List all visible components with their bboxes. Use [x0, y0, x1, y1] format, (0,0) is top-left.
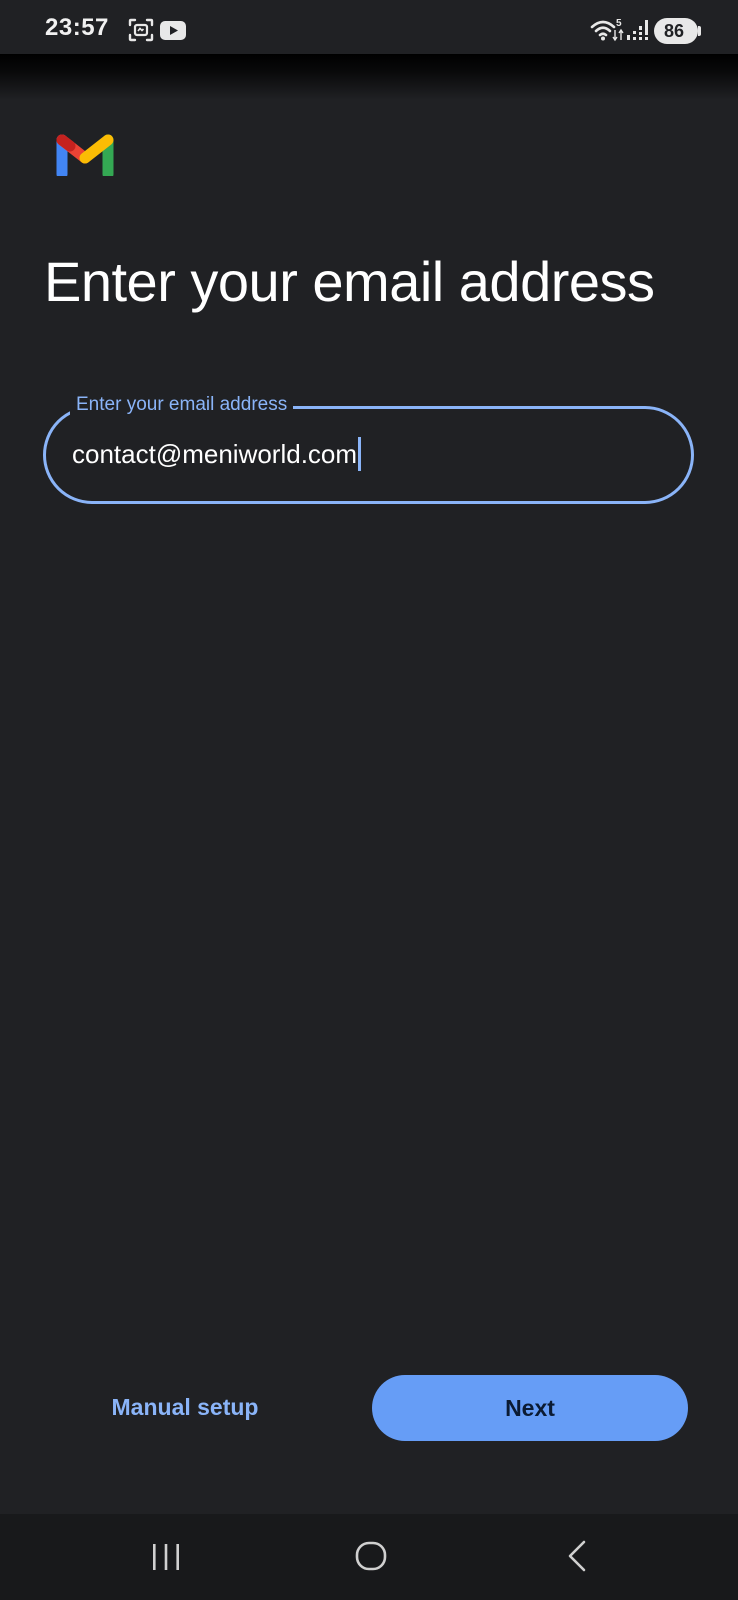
gmail-logo	[56, 134, 114, 176]
status-bar: 23:57 5 86	[0, 0, 738, 56]
next-button[interactable]: Next	[372, 1375, 688, 1441]
back-icon[interactable]	[562, 1536, 592, 1576]
next-label: Next	[505, 1394, 555, 1421]
email-field-value[interactable]: contact@meniworld.com	[72, 439, 357, 469]
home-icon[interactable]	[354, 1536, 388, 1576]
status-time: 23:57	[45, 14, 109, 41]
signal-icon	[627, 20, 648, 40]
youtube-icon	[160, 21, 186, 40]
screen-recorder-icon	[128, 18, 154, 42]
email-field-label: Enter your email address	[70, 392, 294, 418]
page-title: Enter your email address	[44, 250, 655, 313]
navigation-bar	[0, 1514, 738, 1600]
battery-level: 86	[663, 20, 685, 41]
recent-apps-icon[interactable]	[148, 1536, 184, 1576]
manual-setup-label: Manual setup	[111, 1393, 259, 1420]
email-field-value-row[interactable]: contact@meniworld.com	[72, 437, 362, 471]
wifi-icon: 5	[590, 18, 624, 42]
wifi-badge: 5	[616, 18, 622, 29]
status-bar-shadow	[0, 54, 738, 100]
email-field[interactable]: Enter your email address contact@meniwor…	[43, 392, 694, 504]
text-cursor	[358, 437, 362, 471]
manual-setup-button[interactable]: Manual setup	[110, 1385, 260, 1429]
battery-icon: 86	[654, 18, 701, 44]
